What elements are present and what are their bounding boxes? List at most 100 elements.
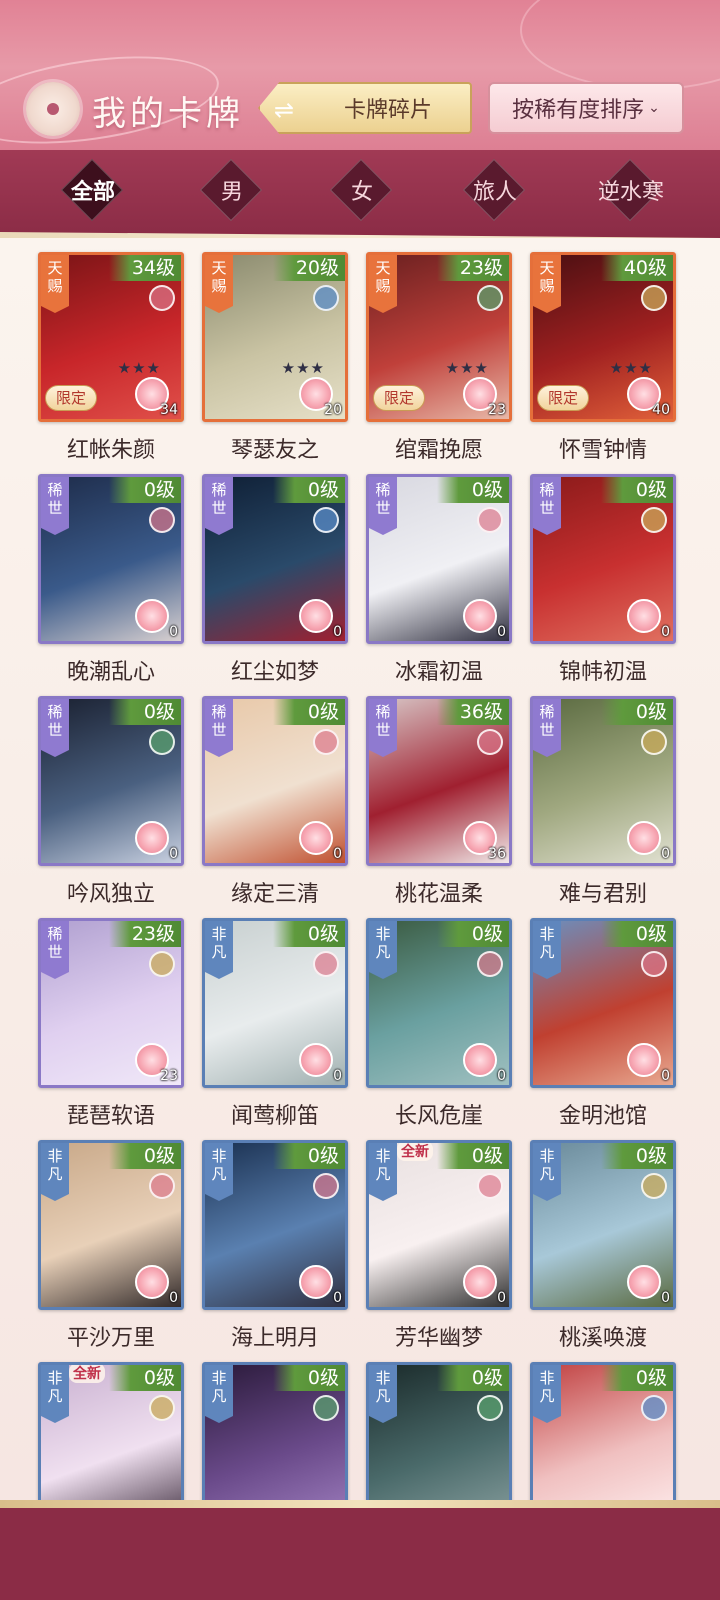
- faction-emblem-icon: [149, 285, 175, 311]
- faction-emblem-icon: [313, 285, 339, 311]
- card-count: 0: [661, 1068, 670, 1084]
- rarity-tag: 稀世: [41, 921, 69, 979]
- card-level: 40级: [601, 255, 673, 281]
- faction-emblem-icon: [477, 729, 503, 755]
- card-tile[interactable]: 非凡 0级 0: [202, 918, 348, 1088]
- card-name: 琵琶软语: [66, 1104, 155, 1129]
- rarity-tag: 非凡: [205, 921, 233, 979]
- card-tile[interactable]: 非凡 0级: [202, 1362, 348, 1504]
- card-level: 23级: [109, 921, 181, 947]
- faction-emblem-icon: [477, 285, 503, 311]
- card-tile[interactable]: 非凡 0级 0: [366, 918, 512, 1088]
- card-count: 0: [333, 624, 342, 640]
- faction-emblem-icon: [477, 951, 503, 977]
- card-tile[interactable]: 稀世 36级 36: [366, 696, 512, 866]
- card-tile[interactable]: 天赐 34级 ★★★ 限定 34: [38, 252, 184, 422]
- filter-tab-traveler[interactable]: 旅人: [440, 158, 550, 222]
- card-level: 0级: [109, 1365, 181, 1391]
- card-name: 红尘如梦: [230, 660, 319, 685]
- card-count: 23: [488, 402, 506, 418]
- card-count: 40: [652, 402, 670, 418]
- card-name: 怀雪钟情: [558, 438, 647, 463]
- card-name: 长风危崖: [394, 1104, 483, 1129]
- card-name: 平沙万里: [66, 1326, 155, 1351]
- flower-icon: [463, 599, 497, 633]
- page-title: 我的卡牌: [92, 94, 244, 134]
- filter-tab-all[interactable]: 全部: [38, 158, 148, 222]
- faction-emblem-icon: [641, 285, 667, 311]
- card-name: 红帐朱颜: [66, 438, 155, 463]
- faction-emblem-icon: [477, 507, 503, 533]
- new-badge: 全新: [69, 1365, 105, 1383]
- card-level: 0级: [601, 699, 673, 725]
- card-tile[interactable]: 稀世 0级 0: [530, 696, 676, 866]
- card-tile[interactable]: 非凡 0级 0: [38, 1140, 184, 1310]
- rarity-tag: 稀世: [41, 477, 69, 535]
- filter-tab-nishuihan[interactable]: 逆水寒: [576, 158, 686, 222]
- card-tile[interactable]: 稀世 0级 0: [530, 474, 676, 644]
- card-tile[interactable]: 稀世 0级 0: [38, 474, 184, 644]
- card-tile[interactable]: 天赐 40级 ★★★ 限定 40: [530, 252, 676, 422]
- sort-dropdown[interactable]: 按稀有度排序 ⌄: [488, 82, 684, 134]
- card-level: 0级: [109, 477, 181, 503]
- card-name: 绾霜挽愿: [394, 438, 483, 463]
- card-level: 0级: [273, 921, 345, 947]
- flower-icon: [135, 821, 169, 855]
- flower-icon: [299, 821, 333, 855]
- card-count: 23: [160, 1068, 178, 1084]
- card-count: 0: [333, 846, 342, 862]
- card-level: 0级: [437, 1365, 509, 1391]
- rarity-tag: 天赐: [205, 255, 233, 313]
- faction-emblem-icon: [149, 951, 175, 977]
- card-count: 0: [497, 624, 506, 640]
- card-count: 0: [661, 624, 670, 640]
- faction-emblem-icon: [477, 1173, 503, 1199]
- bottom-bar: [0, 1508, 720, 1600]
- card-name: 锦帏初温: [558, 660, 647, 685]
- card-tile[interactable]: 非凡 0级 全新 0: [366, 1140, 512, 1310]
- chevron-down-icon: ⌄: [648, 100, 660, 116]
- filter-label: 逆水寒: [597, 180, 664, 205]
- limited-badge: 限定: [537, 385, 589, 411]
- star-rating: ★★★: [609, 359, 653, 377]
- card-level: 0级: [437, 1143, 509, 1169]
- flower-icon: [135, 1265, 169, 1299]
- rarity-tag: 天赐: [533, 255, 561, 313]
- card-list[interactable]: 天赐 34级 ★★★ 限定 34 红帐朱颜 天赐 20级 ★★★ 20 琴瑟友之 天赐 23级 ★★★ 限定…: [0, 238, 720, 1504]
- card-tile[interactable]: 天赐 20级 ★★★ 20: [202, 252, 348, 422]
- card-tile[interactable]: 非凡 0级 全新: [38, 1362, 184, 1504]
- back-flower-icon[interactable]: [26, 82, 80, 136]
- filter-label: 全部: [70, 179, 115, 205]
- card-tile[interactable]: 非凡 0级 0: [530, 918, 676, 1088]
- card-tile[interactable]: 天赐 23级 ★★★ 限定 23: [366, 252, 512, 422]
- card-tile[interactable]: 非凡 0级 0: [202, 1140, 348, 1310]
- card-name: 晚潮乱心: [66, 660, 155, 685]
- flower-icon: [627, 821, 661, 855]
- rarity-tag: 稀世: [533, 699, 561, 757]
- card-tile[interactable]: 非凡 0级 0: [530, 1140, 676, 1310]
- faction-emblem-icon: [641, 1173, 667, 1199]
- rarity-tag: 非凡: [369, 921, 397, 979]
- card-tile[interactable]: 稀世 0级 0: [366, 474, 512, 644]
- card-name: 难与君别: [558, 882, 647, 907]
- filter-tab-male[interactable]: 男: [177, 158, 287, 222]
- new-badge: 全新: [397, 1143, 433, 1161]
- card-shards-label: 卡牌碎片: [343, 98, 432, 123]
- card-level: 0级: [273, 699, 345, 725]
- card-tile[interactable]: 稀世 23级 23: [38, 918, 184, 1088]
- card-count: 36: [488, 846, 506, 862]
- card-tile[interactable]: 非凡 0级: [366, 1362, 512, 1504]
- card-count: 0: [333, 1068, 342, 1084]
- faction-emblem-icon: [313, 507, 339, 533]
- card-count: 0: [661, 1290, 670, 1306]
- card-tile[interactable]: 非凡 0级: [530, 1362, 676, 1504]
- bottom-divider: [0, 1500, 720, 1508]
- faction-emblem-icon: [149, 1395, 175, 1421]
- card-name: 琴瑟友之: [230, 438, 319, 463]
- swap-icon: ⇌: [274, 96, 295, 124]
- filter-tab-female[interactable]: 女: [307, 158, 417, 222]
- card-tile[interactable]: 稀世 0级 0: [202, 474, 348, 644]
- card-level: 0级: [601, 477, 673, 503]
- card-tile[interactable]: 稀世 0级 0: [202, 696, 348, 866]
- card-tile[interactable]: 稀世 0级 0: [38, 696, 184, 866]
